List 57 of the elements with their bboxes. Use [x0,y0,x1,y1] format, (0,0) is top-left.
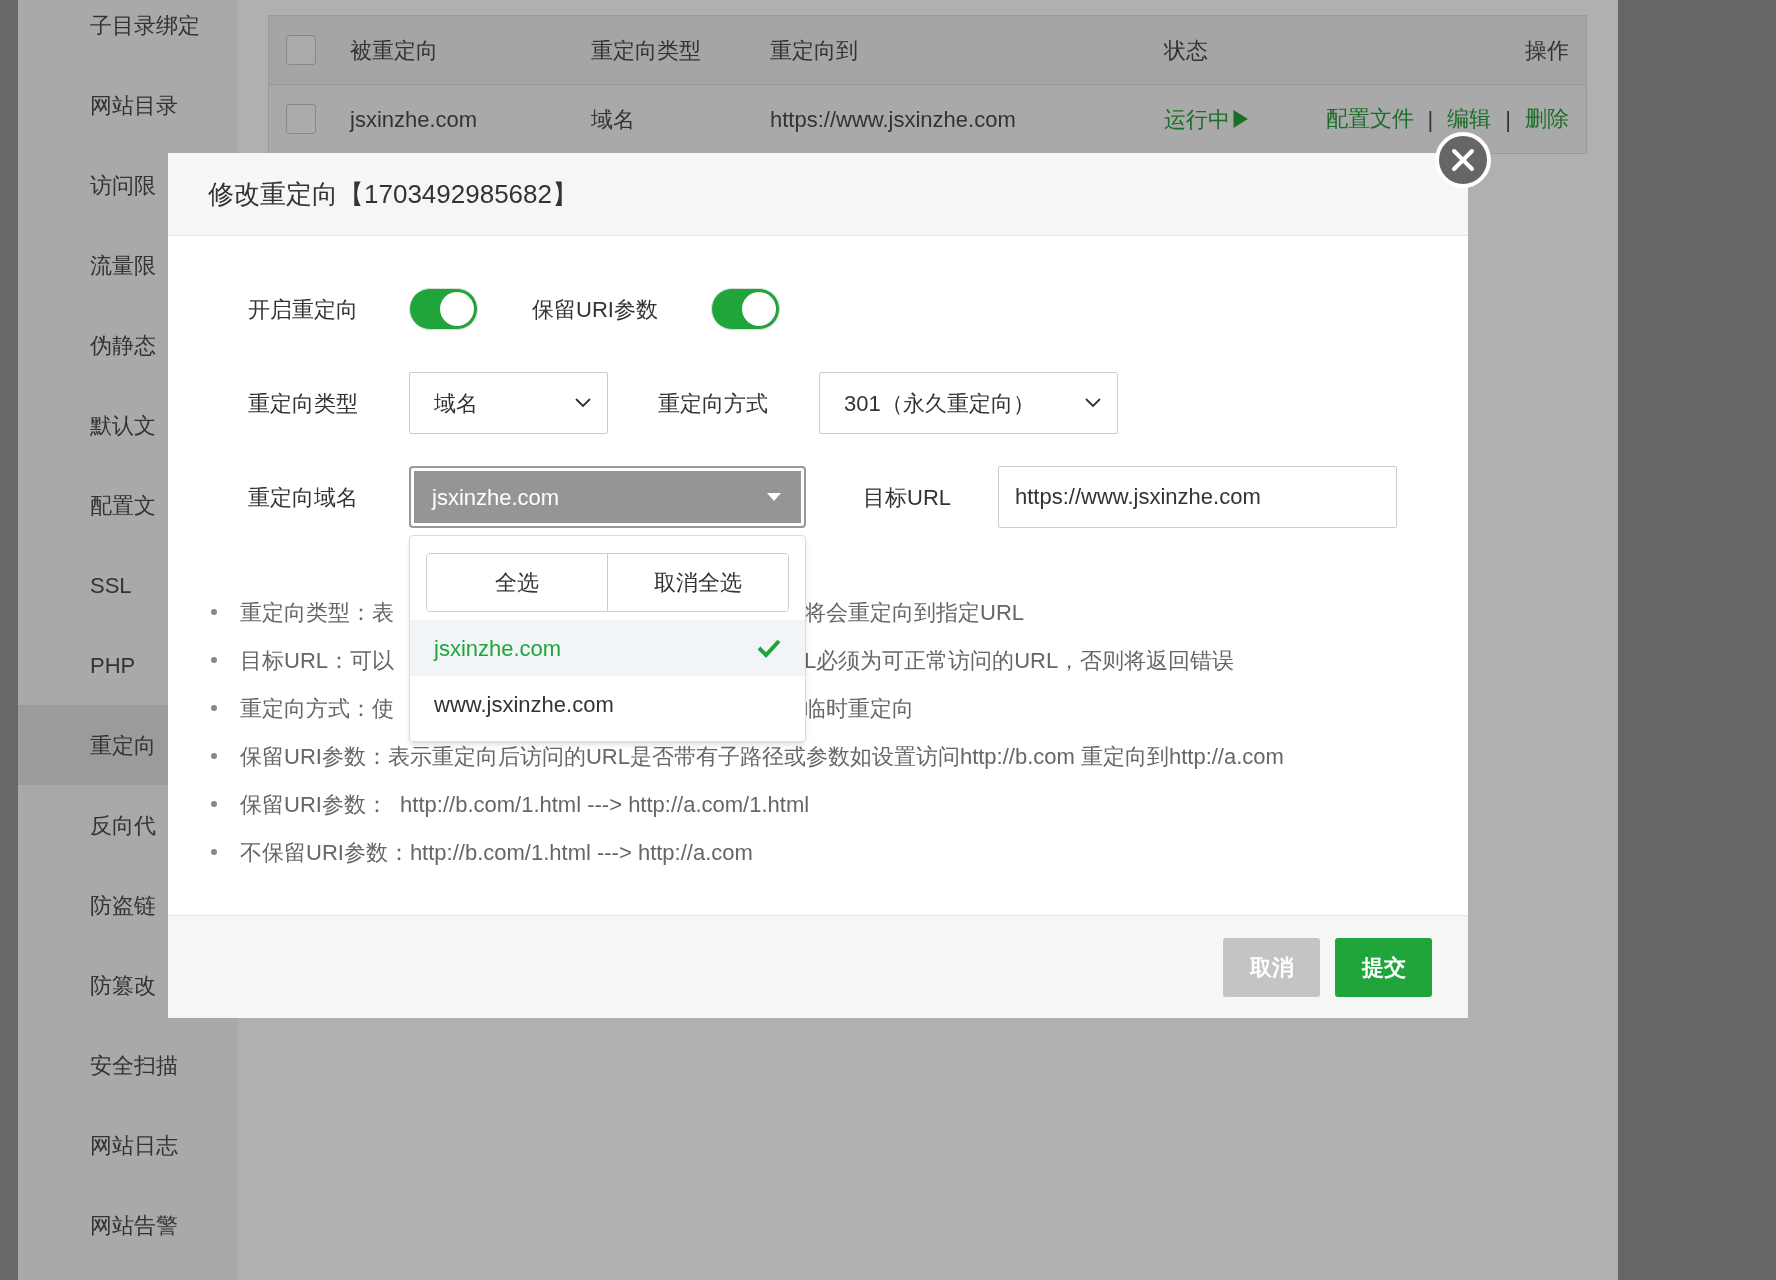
sidebar-item[interactable]: 网站日志 [18,1105,238,1185]
check-icon [757,638,781,658]
bullet-icon [211,753,217,759]
note-text: 重定向类型：表 [240,599,394,625]
bullet-icon [211,705,217,711]
sidebar-item[interactable]: 子目录绑定 [18,0,238,65]
note-text: 目标URL：可以 [240,647,394,673]
bullet-icon [211,609,217,615]
checkbox[interactable] [286,104,316,134]
select-all-button[interactable]: 取消全选 [607,554,788,611]
action-link[interactable]: 删除 [1525,108,1569,130]
field-label: 重定向类型 [248,390,358,416]
select-field[interactable]: 301（永久重定向） [819,372,1118,434]
note-text: 重定向方式：使 [240,695,394,721]
sidebar-item[interactable]: 安全扫描 [18,1025,238,1105]
sidebar-item[interactable]: 网站告警 [18,1185,238,1265]
chevron-down-icon [575,398,591,408]
field-label: 目标URL [863,484,951,510]
bullet-icon [211,801,217,807]
column-header: 重定向到 [770,37,858,63]
submit-button[interactable]: 提交 [1335,937,1432,997]
note-text: 将会重定向到指定URL [804,598,1024,627]
toggle-switch[interactable] [409,288,478,330]
select-field[interactable]: jsxinzhe.com [409,466,806,528]
close-icon [1451,148,1475,172]
column-header: 状态 [1164,37,1208,63]
field-label: 开启重定向 [248,296,358,322]
action-link[interactable]: 编辑 [1447,108,1492,130]
toggle-switch[interactable] [711,288,780,330]
note-text: 保留URI参数： http://b.com/1.html ---> http://a.com/1.html [240,790,810,819]
table-cell: jsxinzhe.com [350,106,478,132]
bullet-icon [211,657,217,663]
field-label: 保留URI参数 [532,296,658,322]
separator: | [1505,105,1511,134]
column-header: 重定向类型 [591,37,701,63]
status-text: 运行中▶ [1164,106,1252,132]
dropdown-option[interactable]: www.jsxinzhe.com [410,676,805,732]
chevron-down-icon [1085,398,1101,408]
column-header: 被重定向 [350,37,438,63]
separator: | [1427,105,1434,134]
dropdown-option[interactable]: jsxinzhe.com [410,620,805,676]
note-text: L必须为可正常访问的URL，否则将返回错误 [804,646,1235,675]
note-text: 不保留URI参数：http://b.com/1.html ---> http://a.com [240,838,753,867]
sidebar-item[interactable]: 网站目录 [18,65,238,145]
caret-icon [767,493,781,501]
checkbox[interactable] [286,35,316,65]
column-header: 操作 [1525,36,1569,65]
field-label: 重定向域名 [248,484,358,510]
note-text: 保留URI参数：表示重定向后访问的URL是否带有子路径或参数如设置访问http://b.com 重定向到http://a.com [240,742,1284,771]
select-field[interactable]: 域名 [409,372,608,434]
bullet-icon [211,849,217,855]
table-cell: 域名 [591,106,635,132]
table-cell: https://www.jsxinzhe.com [770,106,1016,132]
input-field[interactable]: https://www.jsxinzhe.com [998,466,1397,528]
dialog-title: 修改重定向【1703492985682】 [208,177,578,211]
action-link[interactable]: 配置文件 [1325,108,1414,130]
field-label: 重定向方式 [658,390,768,416]
